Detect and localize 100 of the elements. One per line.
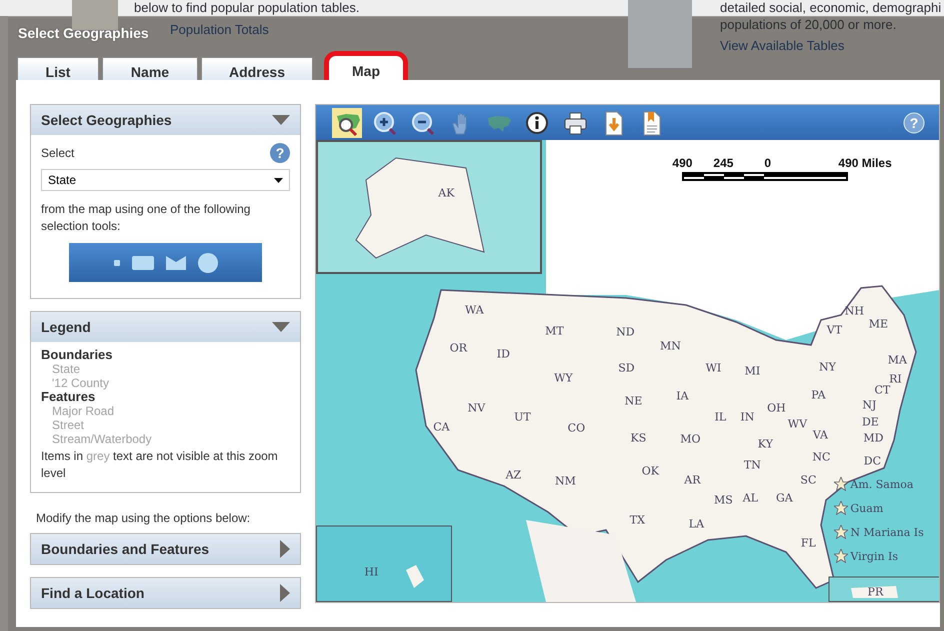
section-header[interactable]: Find a Location — [30, 577, 302, 609]
state-label: IA — [676, 390, 689, 402]
legend-item: Stream/Waterbody — [51, 432, 153, 446]
collapse-triangle-icon[interactable] — [272, 322, 290, 332]
inset-label: PR — [868, 586, 884, 598]
state-label: WA — [465, 304, 484, 316]
scale-label: 490 Miles — [838, 156, 892, 170]
state-label: SD — [618, 362, 635, 374]
expand-triangle-icon[interactable] — [280, 540, 290, 558]
state-label: NJ — [862, 398, 876, 412]
geography-dropdown[interactable]: State — [41, 169, 290, 191]
island-drawing — [851, 586, 898, 598]
state-label: WI — [706, 362, 722, 374]
state-label: AZ — [506, 468, 522, 482]
page-text: populations of 20,000 or more. — [720, 17, 896, 32]
state-label: FL — [800, 536, 816, 550]
territory-label: Virgin Is — [850, 550, 898, 562]
section-title: Find a Location — [41, 585, 144, 601]
legend-group-title: Features — [41, 390, 96, 404]
state-label: CO — [568, 422, 586, 434]
inset-label: HI — [364, 566, 378, 578]
state-label: UT — [514, 410, 531, 424]
state-label: NY — [818, 360, 836, 374]
state-label: MI — [744, 364, 760, 378]
panel-title: Legend — [41, 319, 91, 335]
modify-hint: Modify the map using the options below: — [36, 511, 252, 525]
select-map-button[interactable] — [332, 108, 362, 138]
scale-label: 490 — [672, 156, 692, 170]
state-label: ID — [496, 348, 510, 360]
territory-label: Am. Samoa — [850, 478, 914, 490]
state-label: KY — [758, 438, 773, 450]
info-icon — [524, 110, 550, 136]
state-label: KS — [630, 432, 646, 444]
state-label: AL — [742, 492, 758, 504]
state-label: VT — [826, 324, 842, 336]
state-label: IL — [714, 410, 726, 424]
star-icon — [834, 477, 848, 491]
printer-icon — [562, 110, 588, 136]
legend-item: State — [51, 362, 82, 376]
legend-item: Street — [51, 418, 86, 432]
photo-placeholder — [628, 0, 692, 68]
section-header[interactable]: Boundaries and Features — [30, 533, 302, 565]
star-icon — [834, 501, 848, 515]
state-label: VA — [812, 428, 828, 442]
state-label: WY — [554, 372, 573, 384]
territory-label: N Mariana Is — [850, 526, 924, 538]
state-label: WV — [788, 418, 808, 430]
inset-label: AK — [438, 186, 454, 200]
state-label: IN — [740, 410, 754, 424]
state-label: AR — [684, 474, 700, 486]
state-label: SC — [800, 474, 816, 486]
star-icon — [834, 549, 848, 563]
expand-triangle-icon[interactable] — [280, 584, 290, 602]
territory-label: Guam — [850, 502, 884, 514]
page-text: detailed social, economic, demographi — [720, 0, 942, 15]
collapse-triangle-icon[interactable] — [272, 115, 290, 125]
state-label: OR — [450, 342, 468, 354]
state-label: ND — [616, 326, 635, 338]
zoom-out-icon — [410, 110, 436, 136]
select-label: Select — [41, 146, 74, 160]
state-label: DE — [862, 416, 879, 428]
state-label: CA — [433, 420, 450, 434]
state-label: NV — [468, 402, 486, 414]
state-label: MS — [714, 494, 733, 506]
legend-item: '12 County — [51, 376, 110, 390]
state-label: MD — [863, 432, 884, 444]
state-label: NM — [554, 474, 576, 488]
state-label: PA — [811, 388, 826, 402]
state-label: MA — [888, 354, 907, 366]
state-label: MO — [680, 432, 701, 446]
state-label: LA — [688, 518, 704, 530]
state-label: OH — [767, 402, 786, 414]
page-text: below to find popular population tables. — [134, 0, 360, 15]
instruction-text: from the map using one of the following selection tools: — [41, 201, 252, 235]
state-label: NH — [844, 304, 864, 318]
state-label: CT — [874, 384, 890, 396]
legend-note: Items in grey text are not visible at this zoom level — [41, 448, 279, 482]
panel-title: Select Geographies — [41, 112, 172, 128]
state-label: GA — [776, 492, 793, 504]
dialog-title: Select Geographies — [18, 25, 149, 41]
state-label: NC — [812, 450, 830, 464]
state-label: OK — [642, 464, 660, 478]
state-label: ME — [868, 318, 888, 330]
state-label: RI — [889, 372, 902, 386]
section-title: Boundaries and Features — [41, 541, 210, 557]
state-label: MT — [545, 324, 564, 338]
state-label: TN — [744, 458, 761, 472]
scale-label: 0 — [764, 156, 772, 170]
panel-header[interactable]: Select Geographies — [31, 105, 300, 135]
dropdown-caret-icon — [274, 178, 284, 182]
state-label: NE — [624, 394, 642, 408]
legend-group-title: Boundaries — [41, 348, 114, 362]
island-drawing — [406, 565, 424, 588]
zoom-in-icon — [372, 110, 398, 136]
state-label: MN — [660, 340, 681, 352]
panel-header[interactable]: Legend — [31, 312, 300, 342]
legend-item: Major Road — [51, 404, 116, 418]
scale-label: 245 — [713, 156, 734, 170]
state-label: TX — [630, 514, 645, 526]
circle-tool-icon[interactable] — [196, 252, 219, 274]
